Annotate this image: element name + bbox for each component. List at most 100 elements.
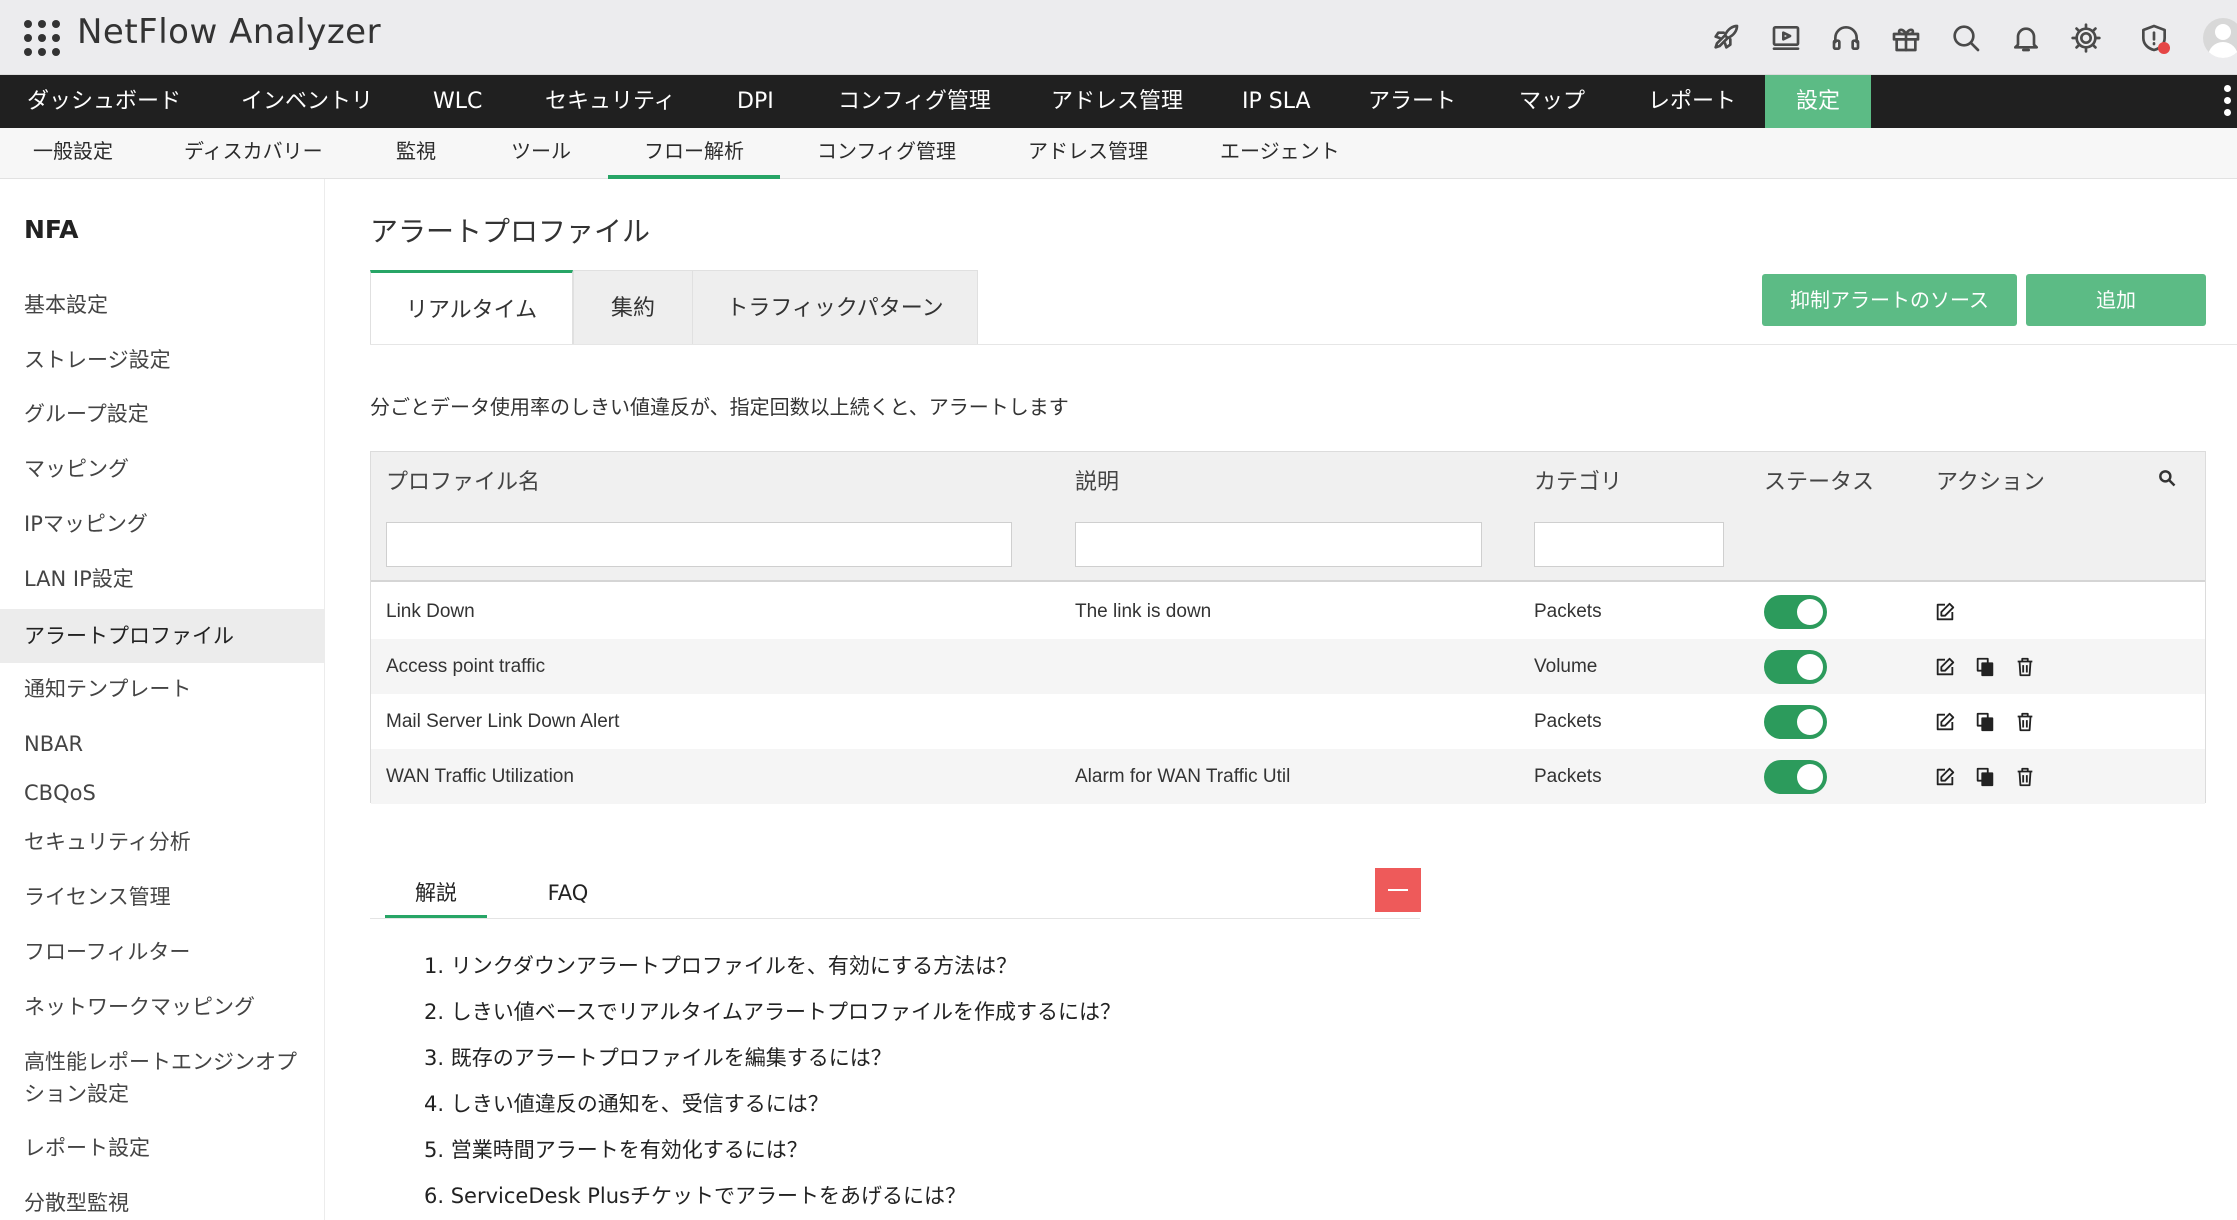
gift-icon[interactable] [1888, 20, 1924, 56]
status-toggle[interactable] [1764, 595, 1827, 629]
subnav-monitoring[interactable]: 監視 [396, 128, 436, 179]
sidebar-item-storage[interactable]: ストレージ設定 [0, 344, 325, 376]
edit-icon[interactable] [1934, 766, 1956, 788]
subnav-flow-analysis[interactable]: フロー解析 [608, 128, 780, 179]
subnav-agent[interactable]: エージェント [1220, 128, 1340, 179]
subnav-discovery[interactable]: ディスカバリー [184, 128, 323, 179]
subnav-address[interactable]: アドレス管理 [1028, 128, 1148, 179]
app-grid-icon[interactable] [24, 20, 60, 56]
nav-map[interactable]: マップ [1519, 75, 1585, 128]
gear-icon[interactable] [2068, 20, 2104, 56]
nav-config[interactable]: コンフィグ管理 [838, 75, 991, 128]
sidebar-item-flow-filter[interactable]: フローフィルター [0, 936, 325, 968]
filter-profile-name-input[interactable] [386, 522, 1012, 567]
edit-icon[interactable] [1934, 656, 1956, 678]
bell-icon[interactable] [2008, 20, 2044, 56]
sidebar-item-basic[interactable]: 基本設定 [0, 289, 325, 321]
nav-wlc[interactable]: WLC [433, 75, 482, 128]
alert-shield-icon[interactable] [2136, 20, 2172, 56]
search-icon[interactable] [2157, 468, 2179, 490]
cell-profile-name[interactable]: Mail Server Link Down Alert [386, 694, 619, 749]
header-category[interactable]: カテゴリ [1534, 464, 1622, 496]
table-header: プロファイル名 説明 カテゴリ ステータス アクション [371, 452, 2205, 582]
nav-security[interactable]: セキュリティ [545, 75, 676, 128]
avatar[interactable] [2203, 18, 2237, 58]
collapse-button[interactable] [1375, 868, 1421, 912]
delete-icon[interactable] [2014, 766, 2036, 788]
help-tab-faq[interactable]: FAQ [518, 876, 618, 918]
table-row: Access point traffic Volume [371, 639, 2205, 694]
sidebar-item-distributed[interactable]: 分散型監視 [0, 1187, 325, 1219]
sidebar-item-cbqos[interactable]: CBQoS [0, 777, 325, 809]
help-tabs-divider [370, 918, 1420, 919]
alert-profile-table: プロファイル名 説明 カテゴリ ステータス アクション Link Down Th… [370, 451, 2206, 804]
app-title: NetFlow Analyzer [77, 12, 382, 52]
add-button[interactable]: 追加 [2026, 274, 2206, 326]
nav-address[interactable]: アドレス管理 [1051, 75, 1183, 128]
delete-icon[interactable] [2014, 656, 2036, 678]
filter-category-input[interactable] [1534, 522, 1724, 567]
nav-dashboard[interactable]: ダッシュボード [27, 75, 181, 128]
nav-inventory[interactable]: インベントリ [241, 75, 373, 128]
header-description[interactable]: 説明 [1075, 464, 1119, 496]
sidebar-item-lan-ip[interactable]: LAN IP設定 [0, 563, 325, 595]
status-toggle[interactable] [1764, 650, 1827, 684]
copy-icon[interactable] [1974, 766, 1996, 788]
copy-icon[interactable] [1974, 711, 1996, 733]
main-nav: ダッシュボード インベントリ WLC セキュリティ DPI コンフィグ管理 アド… [0, 75, 2237, 128]
suppress-alert-source-button[interactable]: 抑制アラートのソース [1762, 274, 2017, 326]
notification-dot [2158, 42, 2170, 54]
header-action: アクション [1936, 470, 2045, 495]
nav-settings[interactable]: 設定 [1765, 75, 1871, 128]
sidebar-item-network-mapping[interactable]: ネットワークマッピング [0, 991, 325, 1023]
cell-profile-name[interactable]: Link Down [386, 584, 475, 639]
faq-item[interactable]: 2. しきい値ベースでリアルタイムアラートプロファイルを作成するには？ [424, 996, 1121, 1026]
filter-description-input[interactable] [1075, 522, 1482, 567]
sidebar-item-mapping[interactable]: マッピング [0, 453, 325, 485]
sidebar-item-report-settings[interactable]: レポート設定 [0, 1132, 325, 1164]
status-toggle[interactable] [1764, 760, 1827, 794]
subnav-tools[interactable]: ツール [511, 128, 571, 179]
edit-icon[interactable] [1934, 711, 1956, 733]
sidebar-item-nbar[interactable]: NBAR [0, 728, 325, 760]
nav-report[interactable]: レポート [1648, 75, 1736, 128]
cell-category: Volume [1534, 656, 1598, 677]
sidebar: NFA 基本設定 ストレージ設定 グループ設定 マッピング IPマッピング LA… [0, 179, 325, 1220]
faq-item[interactable]: 3. 既存のアラートプロファイルを編集するには？ [424, 1042, 892, 1072]
video-icon[interactable] [1768, 20, 1804, 56]
nav-dpi[interactable]: DPI [737, 75, 774, 128]
header-status[interactable]: ステータス [1764, 464, 1874, 496]
search-icon[interactable] [1948, 20, 1984, 56]
nav-ipsla[interactable]: IP SLA [1242, 75, 1311, 128]
sidebar-item-notification-template[interactable]: 通知テンプレート [0, 673, 325, 705]
faq-item[interactable]: 5. 営業時間アラートを有効化するには？ [424, 1134, 808, 1164]
sidebar-item-group[interactable]: グループ設定 [0, 398, 325, 430]
sidebar-item-alert-profile[interactable]: アラートプロファイル [0, 609, 325, 663]
delete-icon[interactable] [2014, 711, 2036, 733]
subnav-general[interactable]: 一般設定 [33, 128, 113, 179]
help-tab-explanation[interactable]: 解説 [385, 876, 487, 918]
nav-alert[interactable]: アラート [1368, 75, 1456, 128]
sidebar-item-license[interactable]: ライセンス管理 [0, 881, 325, 913]
faq-item[interactable]: 4. しきい値違反の通知を、受信するには？ [424, 1088, 829, 1118]
headset-icon[interactable] [1828, 20, 1864, 56]
copy-icon[interactable] [1974, 656, 1996, 678]
header-profile-name[interactable]: プロファイル名 [386, 464, 540, 496]
sidebar-item-high-performance[interactable]: 高性能レポートエンジンオプション設定 [0, 1046, 300, 1110]
edit-icon[interactable] [1934, 601, 1956, 623]
faq-item[interactable]: 1. リンクダウンアラートプロファイルを、有効にする方法は？ [424, 950, 1017, 980]
tab-traffic-pattern[interactable]: トラフィックパターン [692, 270, 978, 345]
faq-item[interactable]: 6. ServiceDesk Plusチケットでアラートをあげるには？ [424, 1180, 966, 1210]
tab-aggregate[interactable]: 集約 [573, 270, 693, 345]
rocket-icon[interactable] [1707, 20, 1743, 56]
status-toggle[interactable] [1764, 705, 1827, 739]
cell-profile-name[interactable]: WAN Traffic Utilization [386, 749, 574, 804]
sidebar-title: NFA [24, 215, 79, 244]
sidebar-item-security-analysis[interactable]: セキュリティ分析 [0, 826, 325, 858]
subnav-config[interactable]: コンフィグ管理 [817, 128, 956, 179]
tab-realtime[interactable]: リアルタイム [370, 270, 573, 345]
cell-profile-name[interactable]: Access point traffic [386, 639, 545, 694]
cell-category: Packets [1534, 601, 1602, 622]
sidebar-item-ip-mapping[interactable]: IPマッピング [0, 508, 325, 540]
more-vertical-icon[interactable] [2224, 85, 2232, 119]
